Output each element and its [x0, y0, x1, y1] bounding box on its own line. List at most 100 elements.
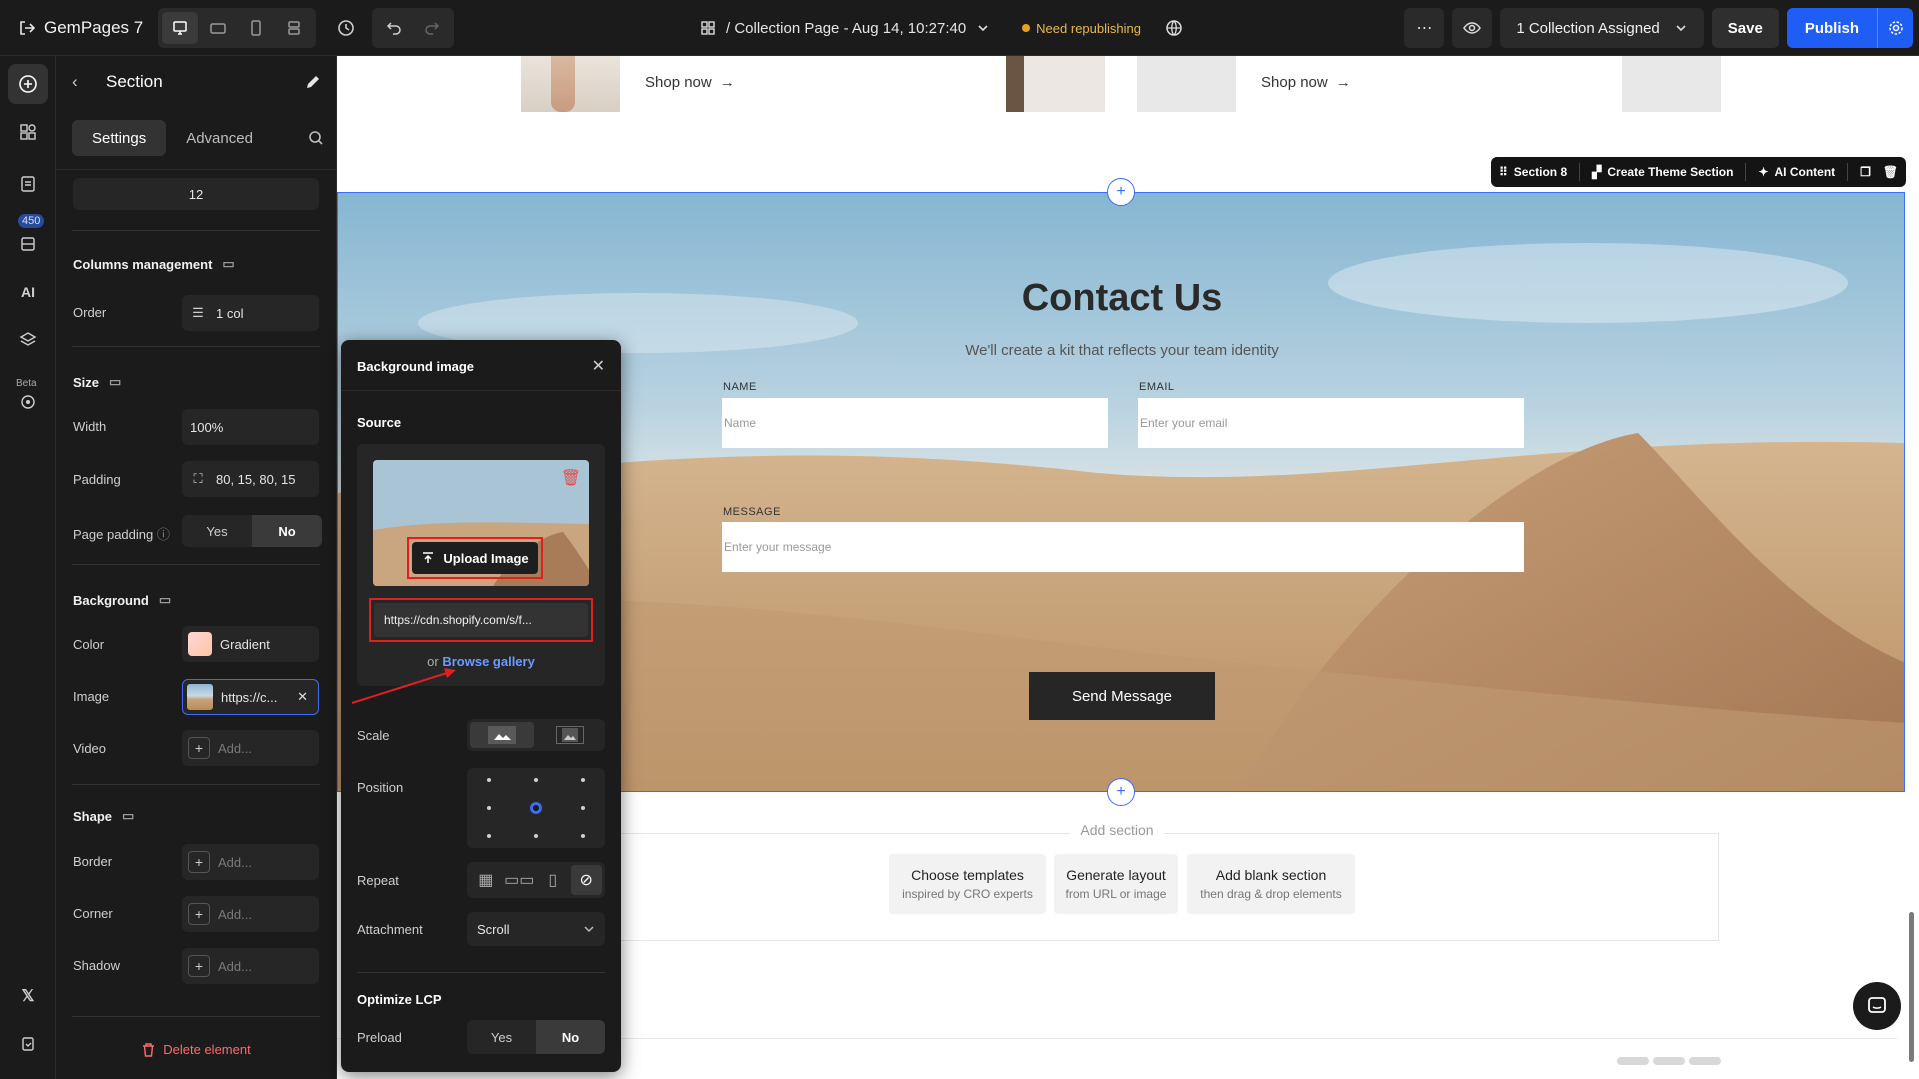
app-logo[interactable]: GemPages 7 [18, 18, 158, 38]
generate-layout-button[interactable]: Generate layout from URL or image [1054, 854, 1178, 914]
product-image[interactable] [521, 56, 620, 112]
back-icon[interactable]: ‹ [72, 72, 92, 92]
position-bottom-left[interactable] [487, 834, 491, 838]
product-image[interactable] [1006, 56, 1105, 112]
no-repeat-option[interactable]: ⊘ [570, 865, 602, 895]
shop-now-link[interactable]: Shop now → [645, 74, 735, 91]
padding-input[interactable]: ⛶ 80, 15, 80, 15 [182, 461, 319, 497]
image-url-input[interactable]: https://cdn.shopify.com/s/f... [374, 603, 588, 637]
trash-icon[interactable]: 🗑 [561, 468, 581, 488]
add-elements-button[interactable] [8, 64, 48, 104]
scale-contain-option[interactable] [538, 722, 602, 748]
add-blank-section-button[interactable]: Add blank section then drag & drop eleme… [1187, 854, 1355, 914]
choose-templates-button[interactable]: Choose templates inspired by CRO experts [889, 854, 1046, 914]
upload-image-button[interactable]: Upload Image [412, 542, 538, 574]
shop-now-link[interactable]: Shop now → [1261, 74, 1351, 91]
video-add-text: Add... [218, 740, 252, 756]
preview-button[interactable] [1452, 8, 1493, 48]
cro-button[interactable] [8, 382, 48, 422]
position-center-selected[interactable] [530, 802, 542, 814]
position-bottom-center[interactable] [534, 834, 538, 838]
position-middle-left[interactable] [487, 806, 491, 810]
message-input[interactable]: Enter your message [722, 522, 1524, 572]
add-section-below-button[interactable]: + [1107, 778, 1135, 806]
repeat-y-option[interactable]: ▯ [537, 865, 569, 895]
product-image[interactable] [1137, 56, 1236, 112]
position-middle-right[interactable] [581, 806, 585, 810]
attachment-label: Attachment [357, 922, 423, 937]
position-bottom-right[interactable] [581, 834, 585, 838]
position-grid[interactable] [467, 768, 605, 848]
desktop-view-button[interactable] [162, 11, 198, 44]
add-section-above-button[interactable]: + [1107, 178, 1135, 206]
pencil-icon[interactable] [305, 74, 321, 90]
image-preview: 🗑 Upload Image [373, 460, 589, 586]
shadow-field[interactable]: + Add... [182, 948, 319, 984]
delete-element-button[interactable]: Delete element [56, 1042, 337, 1057]
create-theme-section-button[interactable]: ▞ Create Theme Section [1592, 165, 1733, 179]
canvas-scrollbar[interactable] [1909, 912, 1914, 1062]
or-text: or [427, 654, 439, 669]
name-input[interactable]: Name [722, 398, 1108, 448]
chat-support-button[interactable] [1853, 982, 1901, 1030]
layers-button[interactable] [8, 320, 48, 360]
section-drag-handle[interactable]: ⠿ Section 8 [1499, 165, 1567, 179]
ai-content-button[interactable]: ✦ AI Content [1758, 165, 1835, 179]
position-top-right[interactable] [581, 778, 585, 782]
checklist-button[interactable] [8, 1024, 48, 1064]
repeat-x-option[interactable]: ▭▭ [504, 865, 536, 895]
email-input[interactable]: Enter your email [1138, 398, 1524, 448]
divider [1579, 163, 1581, 181]
product-image[interactable] [1622, 56, 1721, 112]
page-padding-yes[interactable]: Yes [182, 515, 252, 547]
more-button[interactable]: ⋯ [1404, 8, 1445, 48]
page-padding-no[interactable]: No [252, 515, 322, 547]
send-message-button[interactable]: Send Message [1029, 672, 1215, 720]
order-select[interactable]: ☰ 1 col [182, 295, 319, 331]
x-button[interactable]: 𝕏 [8, 976, 48, 1016]
trash-icon[interactable]: 🗑 [1883, 165, 1898, 179]
tablet-landscape-view-button[interactable] [200, 12, 236, 44]
publish-settings-button[interactable] [1877, 8, 1913, 48]
preload-no[interactable]: No [536, 1020, 605, 1054]
browse-gallery-link[interactable]: Browse gallery [442, 654, 535, 669]
panel-tabs: Settings Advanced [72, 116, 324, 160]
close-icon[interactable]: ✕ [297, 689, 308, 705]
ai-button[interactable]: AI [8, 272, 48, 312]
gap-value-field[interactable]: 12 [73, 178, 319, 210]
library-button[interactable] [8, 224, 48, 264]
chevron-down-icon [1676, 25, 1686, 32]
publish-button[interactable]: Publish [1786, 8, 1877, 48]
search-icon[interactable] [308, 130, 324, 146]
mobile-view-button[interactable] [238, 12, 274, 44]
save-button[interactable]: Save [1711, 8, 1779, 48]
page-selector[interactable]: / Collection Page - Aug 14, 10:27:40 Nee… [700, 0, 1183, 56]
email-label: EMAIL [1139, 381, 1175, 393]
tab-advanced[interactable]: Advanced [166, 120, 273, 156]
collection-assign-dropdown[interactable]: 1 Collection Assigned [1500, 8, 1704, 48]
position-top-center[interactable] [534, 778, 538, 782]
corner-field[interactable]: + Add... [182, 896, 319, 932]
responsive-view-button[interactable] [276, 12, 312, 44]
redo-button[interactable] [414, 12, 450, 44]
close-icon[interactable]: ✕ [592, 356, 605, 376]
tab-settings[interactable]: Settings [72, 120, 167, 156]
undo-button[interactable] [376, 12, 412, 44]
attachment-select[interactable]: Scroll [467, 912, 605, 946]
history-button[interactable] [330, 12, 362, 44]
background-video-field[interactable]: + Add... [182, 730, 319, 766]
scale-cover-option[interactable] [470, 722, 534, 748]
globe-icon[interactable] [1165, 19, 1183, 37]
background-image-field[interactable]: https://c... ✕ [182, 679, 319, 715]
help-button[interactable] [8, 1072, 48, 1079]
arrow-right-icon: → [719, 74, 735, 91]
background-color-field[interactable]: Gradient [182, 626, 319, 662]
repeat-both-option[interactable]: ▦ [470, 865, 502, 895]
duplicate-icon[interactable]: ❐ [1860, 165, 1871, 179]
border-field[interactable]: + Add... [182, 844, 319, 880]
sections-button[interactable] [8, 112, 48, 152]
position-top-left[interactable] [487, 778, 491, 782]
width-input[interactable]: 100% [182, 409, 319, 445]
preload-yes[interactable]: Yes [467, 1020, 536, 1054]
pages-button[interactable] [8, 164, 48, 204]
